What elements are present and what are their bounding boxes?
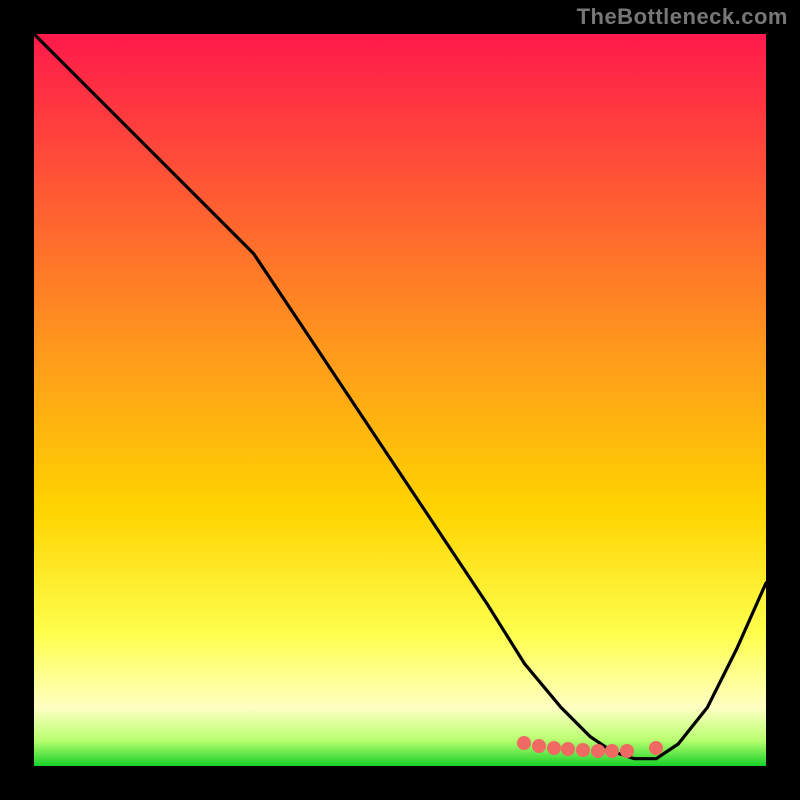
chart-figure: TheBottleneck.com	[0, 0, 800, 800]
highlight-point	[620, 744, 634, 758]
watermark: TheBottleneck.com	[577, 4, 788, 30]
highlight-point	[532, 739, 546, 753]
highlight-point	[576, 743, 590, 757]
highlight-point	[547, 741, 561, 755]
highlight-point	[649, 741, 663, 755]
plot-area	[34, 34, 766, 766]
highlight-point	[605, 744, 619, 758]
highlight-point	[517, 736, 531, 750]
highlight-point	[561, 742, 575, 756]
marker-layer	[34, 34, 766, 766]
highlight-point	[591, 744, 605, 758]
